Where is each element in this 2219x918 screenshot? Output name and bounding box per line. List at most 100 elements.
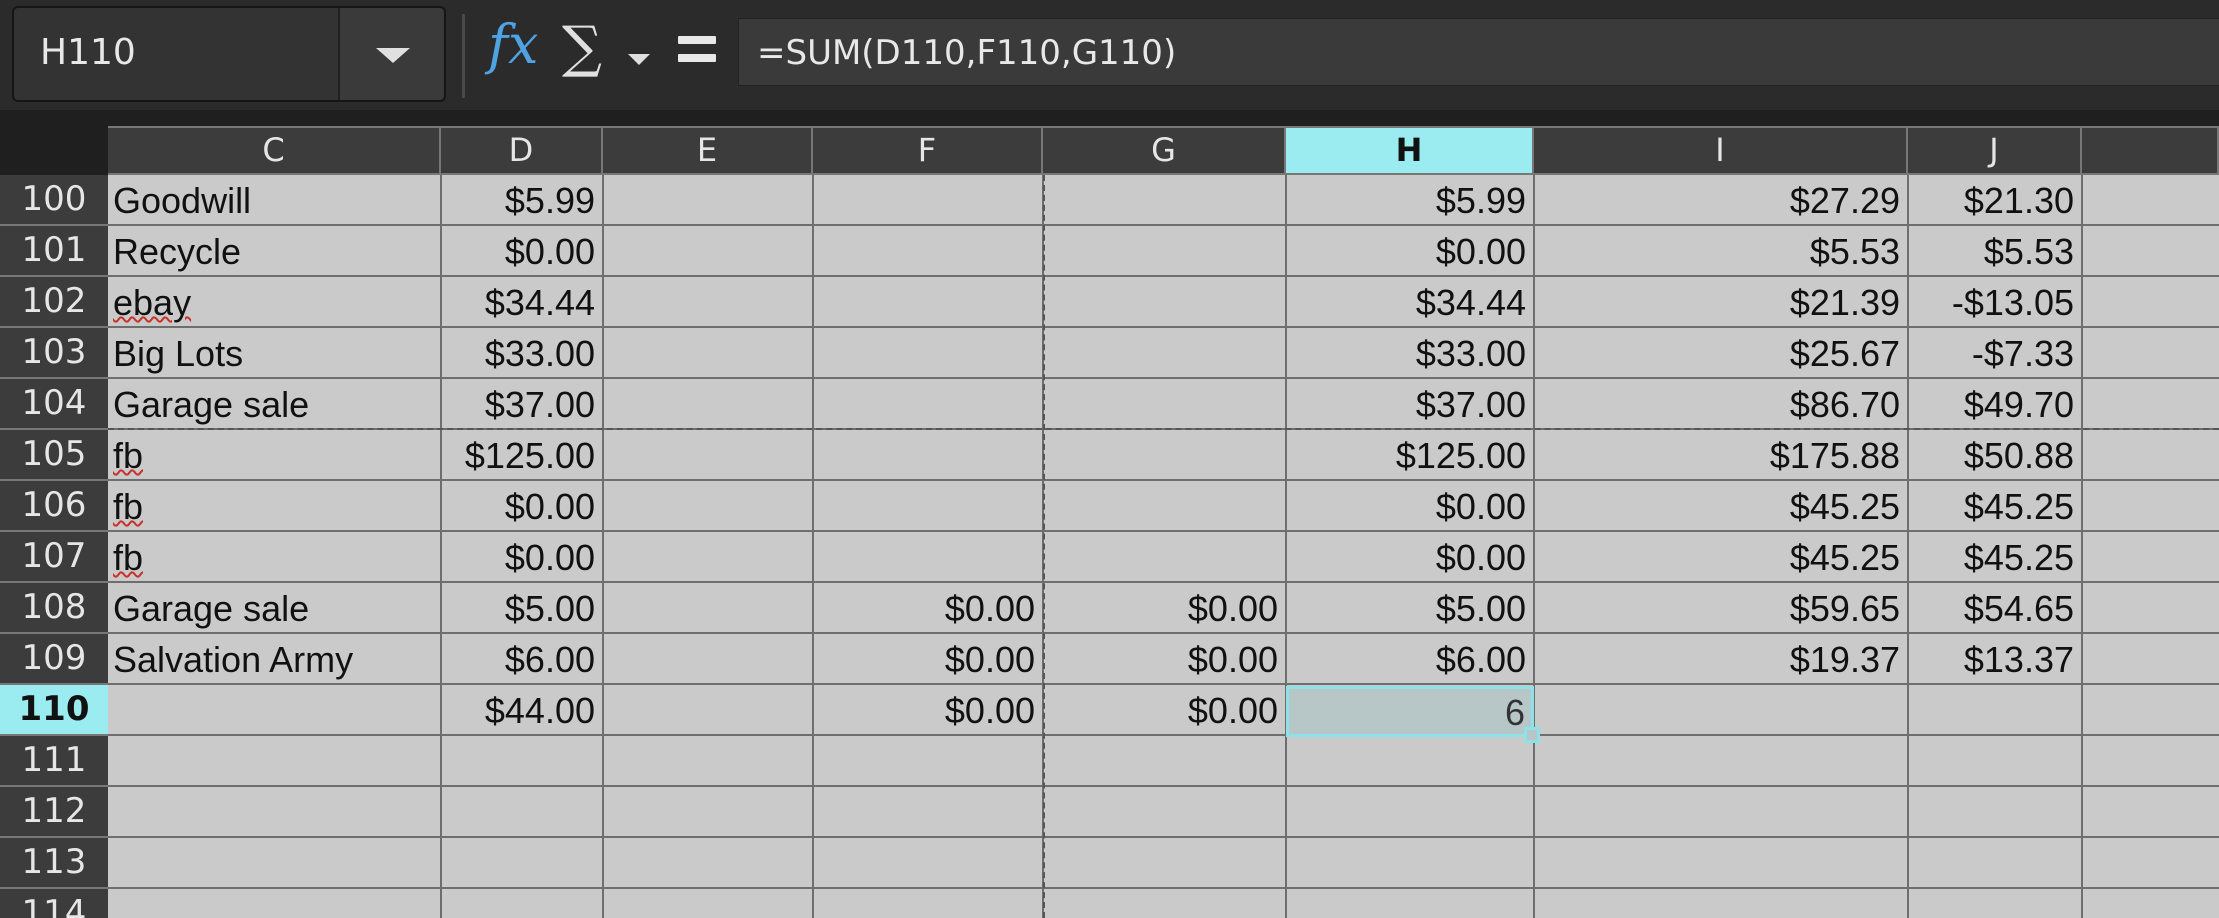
column-header-e[interactable]: E — [603, 126, 813, 175]
sum-dropdown-icon[interactable] — [628, 54, 650, 65]
cell-c106[interactable]: fb — [108, 481, 439, 530]
cell-c100[interactable]: Goodwill — [108, 175, 439, 224]
formula-input[interactable]: =SUM(D110,F110,G110) — [738, 18, 2219, 86]
column-header-j[interactable]: J — [1908, 126, 2082, 175]
cell-c103[interactable]: Big Lots — [108, 328, 439, 377]
cell-i107[interactable]: $45.25 — [1534, 532, 1906, 581]
function-wizard-icon[interactable]: fx — [488, 18, 538, 72]
cell-text: Big Lots — [113, 333, 244, 374]
cell-c108[interactable]: Garage sale — [108, 583, 439, 632]
cell-g108[interactable]: $0.00 — [1043, 583, 1284, 632]
cell-j106[interactable]: $45.25 — [1908, 481, 2080, 530]
cell-h108[interactable]: $5.00 — [1286, 583, 1532, 632]
cell-j109[interactable]: $13.37 — [1908, 634, 2080, 683]
cell-i105[interactable]: $175.88 — [1534, 430, 1906, 479]
row-header-104[interactable]: 104 — [0, 379, 108, 430]
cell-c102[interactable]: ebay — [108, 277, 439, 326]
cell-c105[interactable]: fb — [108, 430, 439, 479]
cell-i104[interactable]: $86.70 — [1534, 379, 1906, 428]
column-header-d[interactable]: D — [441, 126, 603, 175]
cell-g110[interactable]: $0.00 — [1043, 685, 1284, 734]
cell-h100[interactable]: $5.99 — [1286, 175, 1532, 224]
formula-equals-icon[interactable] — [678, 34, 718, 64]
cell-text: $5.53 — [1983, 231, 2074, 272]
row-header-106[interactable]: 106 — [0, 481, 108, 532]
row-header-107[interactable]: 107 — [0, 532, 108, 583]
cell-j108[interactable]: $54.65 — [1908, 583, 2080, 632]
row-header-114[interactable]: 114 — [0, 889, 108, 918]
cell-text: $49.70 — [1963, 384, 2074, 425]
row-header-109[interactable]: 109 — [0, 634, 108, 685]
name-box-dropdown-button[interactable] — [338, 8, 444, 100]
cell-j101[interactable]: $5.53 — [1908, 226, 2080, 275]
cell-c107[interactable]: fb — [108, 532, 439, 581]
cell-d107[interactable]: $0.00 — [441, 532, 601, 581]
row-header-113[interactable]: 113 — [0, 838, 108, 889]
cell-j105[interactable]: $50.88 — [1908, 430, 2080, 479]
cell-h103[interactable]: $33.00 — [1286, 328, 1532, 377]
cell-h109[interactable]: $6.00 — [1286, 634, 1532, 683]
cell-i102[interactable]: $21.39 — [1534, 277, 1906, 326]
column-header-k[interactable] — [2082, 126, 2219, 175]
cell-text: $45.25 — [1963, 537, 2074, 578]
row-header-102[interactable]: 102 — [0, 277, 108, 328]
active-cell-value[interactable]: 6 — [1505, 689, 1525, 736]
cell-h101[interactable]: $0.00 — [1286, 226, 1532, 275]
formula-input-text[interactable]: =SUM(D110,F110,G110) — [757, 33, 1176, 73]
cell-d109[interactable]: $6.00 — [441, 634, 601, 683]
cell-i109[interactable]: $19.37 — [1534, 634, 1906, 683]
cell-d106[interactable]: $0.00 — [441, 481, 601, 530]
cell-i100[interactable]: $27.29 — [1534, 175, 1906, 224]
cell-i103[interactable]: $25.67 — [1534, 328, 1906, 377]
name-box[interactable]: H110 — [12, 6, 446, 102]
row-header-105[interactable]: 105 — [0, 430, 108, 481]
row-header-112[interactable]: 112 — [0, 787, 108, 838]
cell-d110[interactable]: $44.00 — [441, 685, 601, 734]
cell-j102[interactable]: -$13.05 — [1908, 277, 2080, 326]
row-header-108[interactable]: 108 — [0, 583, 108, 634]
cell-j100[interactable]: $21.30 — [1908, 175, 2080, 224]
cell-d104[interactable]: $37.00 — [441, 379, 601, 428]
cell-j107[interactable]: $45.25 — [1908, 532, 2080, 581]
cell-d100[interactable]: $5.99 — [441, 175, 601, 224]
sum-icon[interactable]: ∑ — [562, 20, 602, 76]
cell-d101[interactable]: $0.00 — [441, 226, 601, 275]
autofill-handle[interactable] — [1524, 727, 1540, 743]
cell-c101[interactable]: Recycle — [108, 226, 439, 275]
cell-i106[interactable]: $45.25 — [1534, 481, 1906, 530]
cell-f108[interactable]: $0.00 — [813, 583, 1041, 632]
row-header-103[interactable]: 103 — [0, 328, 108, 379]
column-header-h[interactable]: H — [1286, 126, 1534, 175]
active-cell-cursor[interactable]: 6 — [1286, 686, 1540, 743]
cell-d108[interactable]: $5.00 — [441, 583, 601, 632]
cell-d105[interactable]: $125.00 — [441, 430, 601, 479]
cell-f110[interactable]: $0.00 — [813, 685, 1041, 734]
name-box-value[interactable]: H110 — [40, 32, 136, 73]
cell-j103[interactable]: -$7.33 — [1908, 328, 2080, 377]
sheet-area[interactable]: CDEFGHIJ 100 101 102 103 104 105 106 107 108 109 1… — [0, 110, 2219, 918]
cell-c104[interactable]: Garage sale — [108, 379, 439, 428]
row-header-101[interactable]: 101 — [0, 226, 108, 277]
column-header-g[interactable]: G — [1043, 126, 1286, 175]
cell-c109[interactable]: Salvation Army — [108, 634, 439, 683]
cell-h104[interactable]: $37.00 — [1286, 379, 1532, 428]
row-header-110[interactable]: 110 — [0, 685, 108, 736]
cell-i101[interactable]: $5.53 — [1534, 226, 1906, 275]
cell-d103[interactable]: $33.00 — [441, 328, 601, 377]
cell-i108[interactable]: $59.65 — [1534, 583, 1906, 632]
cell-h105[interactable]: $125.00 — [1286, 430, 1532, 479]
column-header-c[interactable]: C — [108, 126, 441, 175]
cell-text: $45.25 — [1789, 537, 1900, 578]
cell-f109[interactable]: $0.00 — [813, 634, 1041, 683]
column-header-i[interactable]: I — [1534, 126, 1908, 175]
cell-g109[interactable]: $0.00 — [1043, 634, 1284, 683]
row-header-111[interactable]: 111 — [0, 736, 108, 787]
cell-text: $6.00 — [1435, 639, 1526, 680]
column-header-f[interactable]: F — [813, 126, 1043, 175]
cell-d102[interactable]: $34.44 — [441, 277, 601, 326]
cell-h107[interactable]: $0.00 — [1286, 532, 1532, 581]
row-header-100[interactable]: 100 — [0, 175, 108, 226]
cell-h102[interactable]: $34.44 — [1286, 277, 1532, 326]
cell-h106[interactable]: $0.00 — [1286, 481, 1532, 530]
cell-j104[interactable]: $49.70 — [1908, 379, 2080, 428]
